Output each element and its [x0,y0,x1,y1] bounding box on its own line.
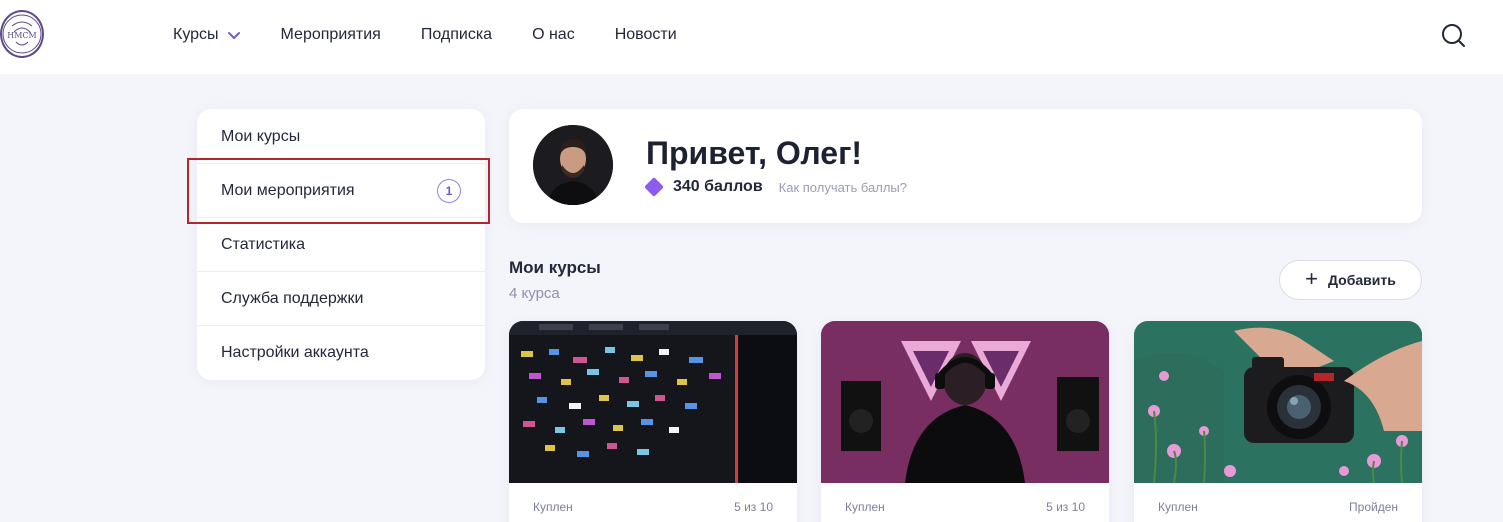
diamond-icon [644,177,664,197]
points-row: 340 баллов Как получать баллы? [643,175,907,199]
sidebar-item-my-courses[interactable]: Мои курсы [197,109,485,164]
course-card[interactable]: Куплен 5 из 10 [509,321,797,522]
profile-card: Привет, Олег! 340 баллов Как получать ба… [509,109,1422,223]
course-progress: Пройден [1349,500,1398,514]
points-help-link[interactable]: Как получать баллы? [779,180,907,195]
nav-item-courses[interactable]: Курсы [173,24,241,46]
points-balance: 340 баллов [673,178,763,195]
course-status: Куплен [533,500,573,514]
add-button-label: Добавить [1328,272,1396,288]
course-thumbnail [1134,321,1422,483]
course-progress: 5 из 10 [1046,500,1085,514]
top-navbar: HMCM Курсы Мероприятия Подписка О нас Но… [0,0,1503,74]
course-status: Куплен [1158,500,1198,514]
courses-count: 4 курса [509,285,560,302]
course-thumbnail [509,321,797,483]
plus-icon: + [1305,266,1319,291]
section-title: Мои курсы [509,258,601,277]
logo-text: HMCM [7,31,36,40]
add-course-button[interactable]: + Добавить [1279,260,1422,300]
nav-item-label: Курсы [173,26,219,43]
nav-item-label: Новости [614,26,677,43]
search-icon[interactable] [1440,22,1466,48]
nav-item-news[interactable]: Новости [615,24,677,46]
account-sidebar: Мои курсы Мои мероприятия 1 Статистика С… [197,109,485,380]
sidebar-item-account-settings[interactable]: Настройки аккаунта [197,325,485,380]
sidebar-item-my-events[interactable]: Мои мероприятия 1 [197,163,485,218]
sidebar-item-label: Мои мероприятия [221,182,355,199]
nav-item-label: Мероприятия [280,26,381,43]
notification-badge: 1 [437,179,461,203]
course-thumbnail [821,321,1109,483]
sidebar-item-statistics[interactable]: Статистика [197,217,485,272]
logo[interactable]: HMCM [0,10,44,58]
nav-item-label: Подписка [420,26,493,43]
avatar[interactable] [533,125,613,205]
sidebar-item-label: Служба поддержки [221,290,364,307]
nav-item-events[interactable]: Мероприятия [281,24,381,46]
course-progress: 5 из 10 [734,500,773,514]
course-card[interactable]: Куплен Пройден [1134,321,1422,522]
course-status: Куплен [845,500,885,514]
chevron-down-icon [227,32,240,39]
nav-item-subscription[interactable]: Подписка [421,24,492,46]
sidebar-item-label: Мои курсы [221,127,301,145]
nav-item-about[interactable]: О нас [532,24,575,46]
nav-item-label: О нас [532,26,575,43]
sidebar-item-support[interactable]: Служба поддержки [197,271,485,326]
main-nav: Курсы Мероприятия Подписка О нас Новости [173,24,677,46]
course-card[interactable]: Куплен 5 из 10 [821,321,1109,522]
greeting-title: Привет, Олег! [646,135,863,171]
sidebar-item-label: Настройки аккаунта [221,344,369,361]
sidebar-item-label: Статистика [221,236,306,253]
